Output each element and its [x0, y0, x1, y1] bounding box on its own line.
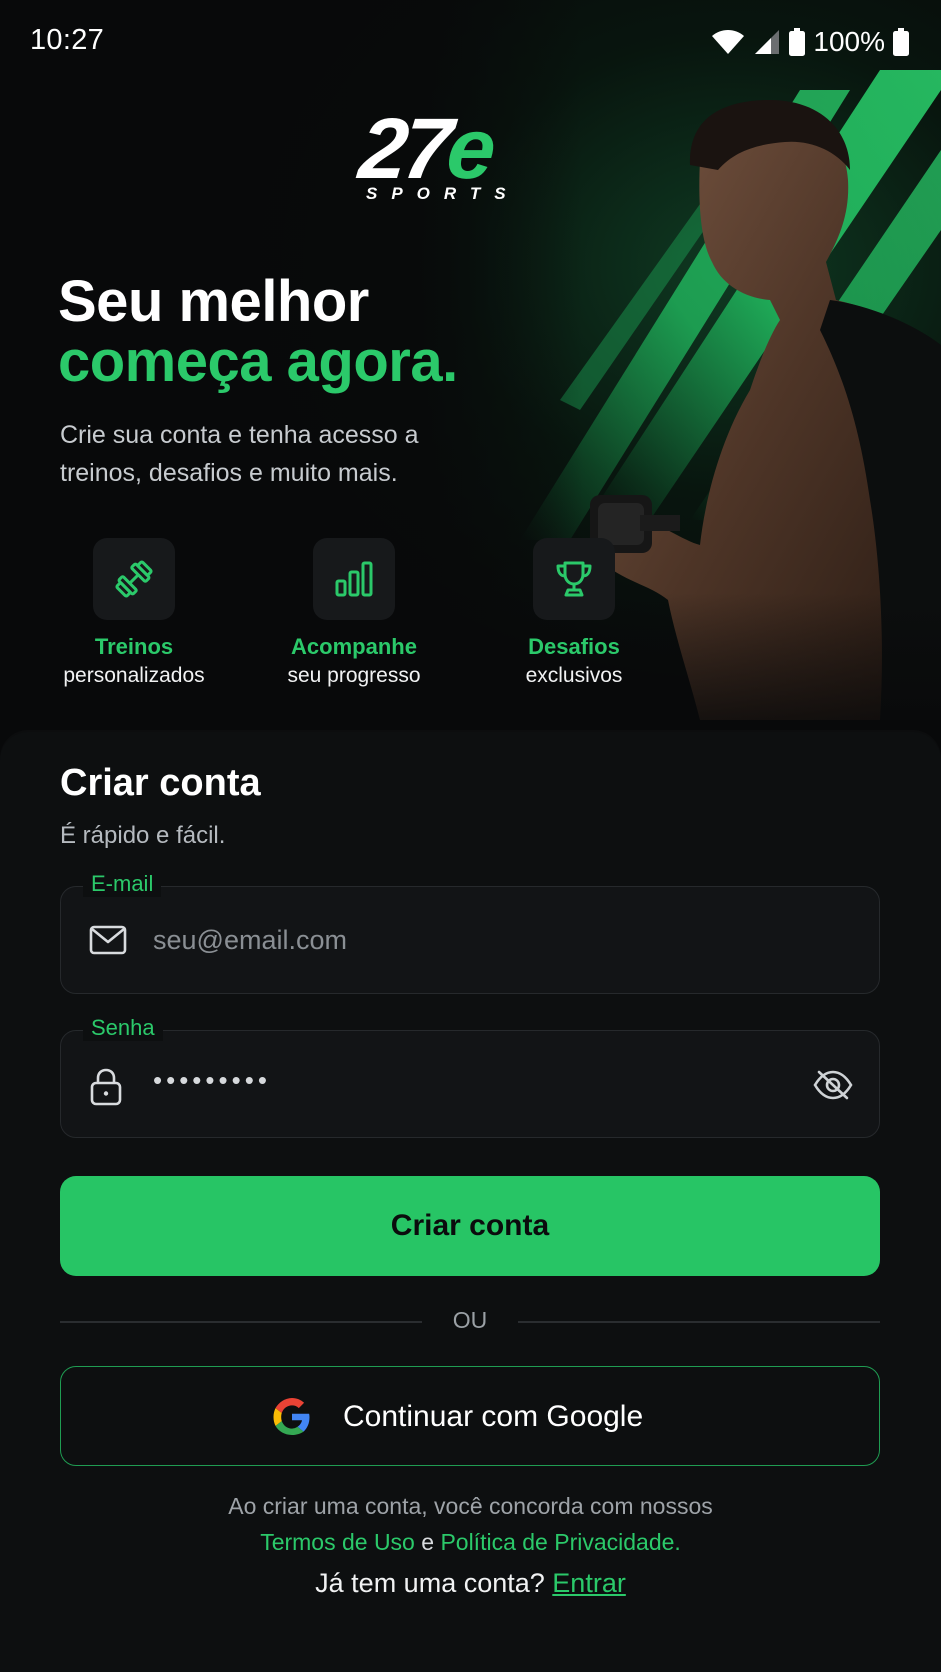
form-subtitle: É rápido e fácil. — [60, 822, 226, 849]
divider-or: OU — [452, 1307, 488, 1333]
login-question: Já tem uma conta? — [315, 1568, 545, 1598]
legal-text: Ao criar uma conta, você concorda com no… — [228, 1493, 713, 1519]
battery-icon — [893, 28, 909, 56]
feature-title: Treinos — [94, 634, 174, 659]
bar-chart-icon — [313, 538, 395, 620]
google-icon — [273, 1398, 310, 1435]
form-title: Criar conta — [60, 762, 261, 804]
trophy-icon — [533, 538, 615, 620]
battery-icon — [789, 28, 806, 56]
login-link[interactable]: Entrar — [552, 1568, 626, 1598]
password-label: Senha — [83, 1015, 163, 1041]
eye-off-icon[interactable] — [813, 1068, 853, 1102]
legal-notice: Ao criar uma conta, você concorda com no… — [0, 1488, 941, 1560]
password-field[interactable]: Senha ••••••••• — [60, 1015, 880, 1138]
feature-subtitle: exclusivos — [525, 664, 623, 687]
password-input[interactable]: ••••••••• — [153, 1065, 271, 1096]
signup-card: Criar conta É rápido e fácil. E-mail Sen… — [0, 732, 941, 1672]
create-account-button[interactable]: Criar conta — [60, 1176, 880, 1276]
headline-line2: começa agora. — [58, 329, 458, 394]
privacy-link[interactable]: Política de Privacidade. — [440, 1529, 680, 1555]
dumbbell-icon — [93, 538, 175, 620]
feature-title: Acompanhe — [291, 634, 417, 659]
brand-logo: 27e SPORTS — [355, 101, 520, 203]
email-label: E-mail — [83, 871, 162, 897]
wifi-icon — [712, 30, 745, 54]
headline-line1: Seu melhor — [58, 269, 369, 334]
feature-subtitle: personalizados — [63, 664, 205, 687]
status-time: 10:27 — [30, 24, 105, 56]
google-signin-button[interactable]: Continuar com Google — [60, 1366, 880, 1466]
feature-treinos: Treinos personalizados — [24, 538, 244, 688]
feature-acompanhe: Acompanhe seu progresso — [244, 538, 464, 688]
divider-right — [518, 1321, 880, 1323]
feature-desafios: Desafios exclusivos — [464, 538, 684, 688]
status-bar: 10:27 100% — [0, 0, 941, 86]
mail-icon — [89, 925, 127, 955]
terms-link[interactable]: Termos de Uso — [260, 1529, 415, 1555]
brand-logo-sub: SPORTS — [366, 184, 520, 203]
divider-left — [60, 1321, 422, 1323]
feature-subtitle: seu progresso — [287, 664, 421, 687]
email-input[interactable] — [151, 917, 755, 963]
feature-title: Desafios — [528, 634, 620, 659]
email-field[interactable]: E-mail — [60, 871, 880, 994]
legal-and: e — [421, 1529, 435, 1555]
lock-icon — [90, 1068, 122, 1106]
signup-screen: 27e SPORTS Seu melhor começa agora. Crie… — [0, 0, 941, 1672]
google-button-label: Continuar com Google — [343, 1400, 644, 1433]
hero-subtitle: Crie sua conta e tenha acesso a treinos,… — [60, 421, 419, 487]
battery-percent: 100% — [813, 26, 885, 57]
signal-icon — [755, 30, 780, 54]
hero-section: 27e SPORTS Seu melhor começa agora. Crie… — [0, 0, 941, 760]
login-prompt: Já tem uma conta? Entrar — [0, 1568, 941, 1599]
